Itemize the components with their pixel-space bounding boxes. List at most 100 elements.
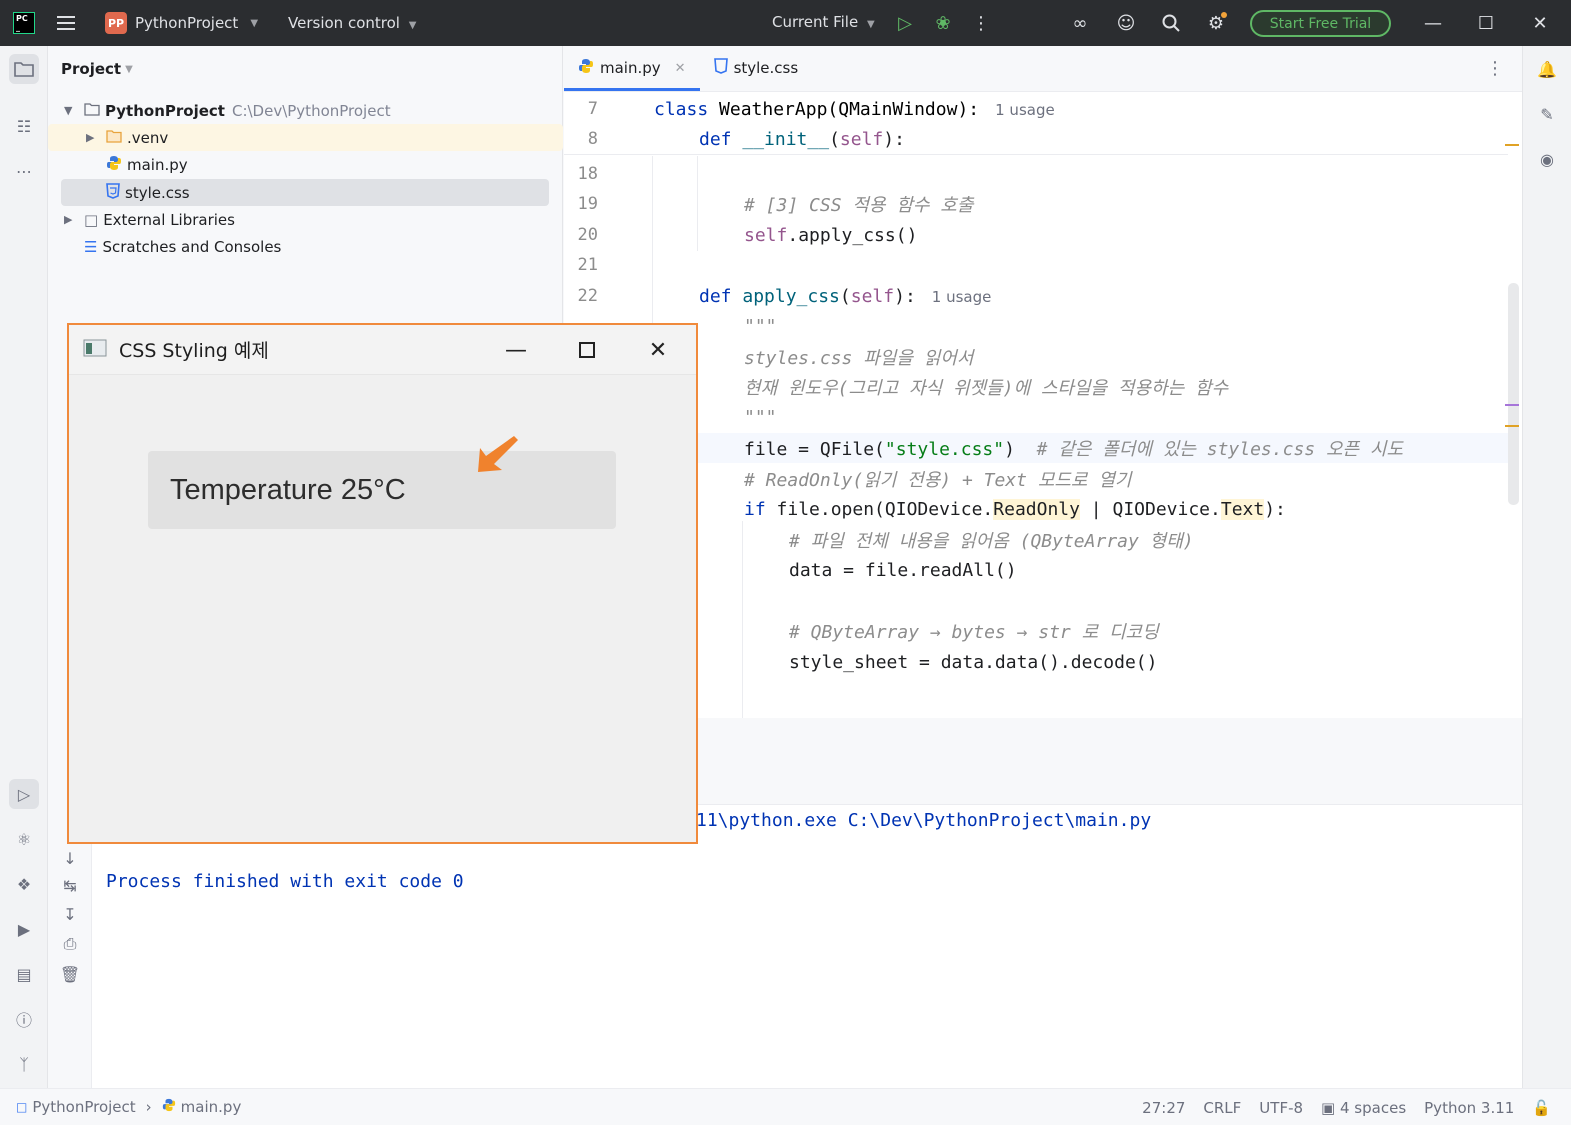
tree-item-label: PythonProject <box>105 101 225 120</box>
close-tab-icon[interactable]: ✕ <box>675 61 686 76</box>
file-encoding[interactable]: UTF-8 <box>1259 1099 1303 1117</box>
code-line-7[interactable]: 7 class WeatherApp(QMainWindow): 1 usage <box>564 94 1508 124</box>
project-path: C:\Dev\PythonProject <box>231 101 391 120</box>
line-number: 20 <box>577 225 598 245</box>
tree-item-main-py[interactable]: main.py <box>106 151 188 178</box>
usage-hint[interactable]: 1 usage <box>995 101 1055 119</box>
code-line-decode-comment[interactable]: # QByteArray → bytes → str 로 디코딩 <box>564 616 1508 646</box>
tree-item-style-css[interactable]: style.css <box>106 179 190 206</box>
marker[interactable] <box>1505 404 1519 406</box>
code-line-22[interactable]: 22 def apply_css(self): 1 usage <box>564 281 1508 311</box>
code-line-data[interactable]: data = file.readAll() <box>564 555 1508 585</box>
code-line-docstring-close[interactable]: """ <box>564 402 1508 432</box>
start-free-trial-button[interactable]: Start Free Trial <box>1250 10 1391 37</box>
library-icon: □ <box>84 210 99 229</box>
console-exit-message: Process finished with exit code 0 <box>106 871 464 892</box>
main-menu-icon[interactable] <box>57 16 75 30</box>
code-line-docstring-open[interactable]: """ <box>564 311 1508 341</box>
caret-position[interactable]: 27:27 <box>1142 1099 1185 1117</box>
project-folder-icon[interactable] <box>9 54 39 84</box>
tab-style-css[interactable]: style.css <box>700 45 813 91</box>
tab-main-py[interactable]: main.py ✕ <box>564 45 700 91</box>
project-panel-header[interactable]: Project ▼ <box>48 46 562 92</box>
editor-scrollbar[interactable] <box>1508 283 1519 505</box>
line-separator[interactable]: CRLF <box>1203 1099 1241 1117</box>
code-line-18[interactable]: 18 <box>564 159 1508 189</box>
maximize-icon[interactable]: ☐ <box>1471 8 1501 38</box>
project-badge: PP <box>105 12 127 34</box>
code-line-21[interactable]: 21 <box>564 250 1508 280</box>
title-bar: PC _ PP PythonProject ▼ Version control ▼… <box>0 0 1571 46</box>
learn-icon[interactable]: ◉ <box>1532 144 1562 174</box>
code-token: ): <box>1264 498 1286 520</box>
code-token: __init__ <box>742 128 830 150</box>
breadcrumb-file[interactable]: main.py <box>181 1098 242 1116</box>
print-icon[interactable]: ⎙ <box>55 929 85 959</box>
run-config-selector[interactable]: Current File ▼ <box>772 13 875 31</box>
chevron-right-icon: ▶ <box>64 213 73 226</box>
ai-assistant-icon[interactable]: ∞ <box>1067 10 1093 36</box>
ai-chat-icon[interactable]: ✎ <box>1532 99 1562 129</box>
code-line-style-sheet[interactable]: style_sheet = data.data().decode() <box>564 647 1508 677</box>
run-console[interactable] <box>92 805 1522 1088</box>
tree-item-label: Scratches and Consoles <box>102 237 282 256</box>
css-file-icon <box>713 58 728 78</box>
code-editor: main.py ✕ style.css ⋮ ⚠3 ˄ ˅ 7 class Wea… <box>564 46 1522 718</box>
warning-marker[interactable] <box>1505 144 1519 146</box>
qt-maximize-icon[interactable] <box>567 333 607 367</box>
python-console-icon[interactable]: ⚛ <box>9 824 39 854</box>
code-line-if-open[interactable]: if file.open(QIODevice.ReadOnly | QIODev… <box>564 494 1508 524</box>
search-icon[interactable] <box>1158 10 1184 36</box>
code-line-file-open[interactable]: file = QFile("style.css") # 같은 폴더에 있는 st… <box>564 433 1508 463</box>
code-docstring: """ <box>744 406 777 428</box>
scroll-down-icon[interactable]: ↓ <box>55 843 85 873</box>
code-line-docstring-2[interactable]: 현재 윈도우(그리고 자식 위젯들)에 스타일을 적용하는 함수 <box>564 372 1508 402</box>
minimize-icon[interactable]: — <box>1418 8 1448 38</box>
structure-icon[interactable]: ☷ <box>9 111 39 141</box>
settings-gear-icon[interactable]: ⚙ <box>1203 10 1229 36</box>
trash-icon[interactable]: 🗑 <box>55 959 85 989</box>
run-icon[interactable]: ▷ <box>892 10 918 36</box>
git-icon[interactable]: ᛉ <box>9 1049 39 1079</box>
warning-marker[interactable] <box>1505 425 1519 427</box>
tree-item-venv[interactable]: ▶ .venv <box>86 124 168 151</box>
tree-item-scratches[interactable]: ☰ Scratches and Consoles <box>84 233 281 260</box>
scroll-to-end-icon[interactable]: ↧ <box>55 899 85 929</box>
tree-item-label: .venv <box>127 128 169 147</box>
code-line-readonly-comment[interactable]: # ReadOnly(읽기 전용) + Text 모드로 열기 <box>564 464 1508 494</box>
version-control-menu[interactable]: Version control ▼ <box>288 14 416 32</box>
notifications-bell-icon[interactable]: 🔔 <box>1532 54 1562 84</box>
code-line-8[interactable]: 8 def __init__(self): <box>564 124 1508 154</box>
qt-minimize-icon[interactable]: — <box>496 333 536 367</box>
python-interpreter[interactable]: Python 3.11 <box>1424 1099 1514 1117</box>
lock-icon[interactable]: 🔓 <box>1532 1099 1551 1117</box>
tab-options-icon[interactable]: ⋮ <box>1486 58 1504 79</box>
python-packages-icon[interactable]: ❖ <box>9 869 39 899</box>
more-actions-icon[interactable]: ⋮ <box>968 10 994 36</box>
services-icon[interactable]: ▶ <box>9 914 39 944</box>
problems-icon[interactable]: ⓘ <box>9 1004 39 1034</box>
close-icon[interactable]: ✕ <box>1525 8 1555 38</box>
code-line-20[interactable]: 20 self.apply_css() <box>564 220 1508 250</box>
more-tools-icon[interactable]: ⋯ <box>9 156 39 186</box>
debug-icon[interactable]: ❀ <box>930 10 956 36</box>
soft-wrap-icon[interactable]: ↹ <box>55 870 85 900</box>
run-tool-icon[interactable]: ▷ <box>9 779 39 809</box>
line-number: 21 <box>577 255 598 275</box>
chevron-down-icon: ▼ <box>250 17 259 29</box>
code-line-19[interactable]: 19 # [3] CSS 적용 함수 호출 <box>564 189 1508 219</box>
indent-settings[interactable]: ▣ 4 spaces <box>1321 1099 1406 1117</box>
qt-close-icon[interactable]: ✕ <box>638 333 678 367</box>
breadcrumb-project[interactable]: PythonProject <box>32 1098 135 1116</box>
code-token: ReadOnly <box>993 498 1080 520</box>
project-switcher[interactable]: PP PythonProject ▼ <box>105 12 258 34</box>
qt-title-bar[interactable]: CSS Styling 예제 — ✕ <box>69 325 696 375</box>
usage-hint[interactable]: 1 usage <box>932 288 992 306</box>
chevron-down-icon: ▼ <box>64 104 73 117</box>
code-line-read-comment[interactable]: # 파일 전체 내용을 읽어옴 (QByteArray 형태) <box>564 525 1508 555</box>
code-line-docstring-1[interactable]: styles.css 파일을 읽어서 <box>564 342 1508 372</box>
add-user-icon[interactable]: ☺ <box>1113 10 1139 36</box>
tree-item-external-libraries[interactable]: ▶ □ External Libraries <box>64 206 235 233</box>
terminal-icon[interactable]: ▤ <box>9 959 39 989</box>
tree-item-project-root[interactable]: ▼ PythonProject C:\Dev\PythonProject <box>64 97 391 124</box>
